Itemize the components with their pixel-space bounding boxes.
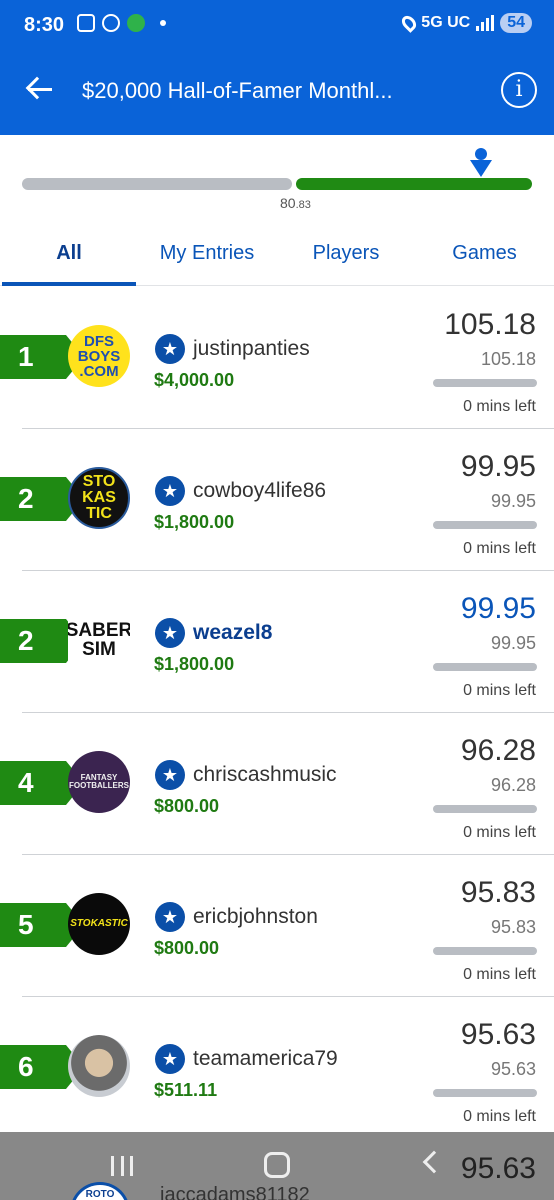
tab-my-entries[interactable]: My Entries — [138, 242, 276, 265]
status-time: 8:30 — [24, 14, 65, 36]
time-left: 0 mins left — [463, 540, 536, 557]
avatar — [68, 1035, 130, 1097]
prize-amount: $1,800.00 — [154, 512, 235, 532]
location-icon — [399, 13, 420, 33]
leaderboard-row[interactable]: 5 STOKASTIC ★ ericbjohnston $800.00 95.8… — [0, 855, 554, 997]
tab-games[interactable]: Games — [415, 242, 554, 265]
time-progress-bar — [433, 521, 537, 529]
active-tab-indicator — [2, 282, 136, 286]
projected-score: 99.95 — [490, 633, 536, 653]
time-left: 0 mins left — [463, 1108, 536, 1125]
progress-value: 80.83 — [280, 195, 311, 211]
leaderboard-row[interactable]: 1 DFS BOYS .COM ★ justinpanties $4,000.0… — [0, 287, 554, 429]
score: 95.63 — [460, 1152, 536, 1185]
signal-icon — [476, 15, 495, 31]
username: jaccadams81182 — [160, 1184, 310, 1200]
battery-badge: 54 — [500, 13, 532, 33]
star-icon: ★ — [155, 476, 185, 506]
time-progress-bar — [433, 805, 537, 813]
info-icon[interactable]: i — [501, 72, 537, 108]
prize-amount: $4,000.00 — [154, 370, 235, 390]
contest-header: $20,000 Hall-of-Famer Monthl... i — [0, 62, 554, 122]
app-top-bar: 8:30 5G UC 54 $20,000 Hall-of-Famer Mont… — [0, 0, 554, 135]
leaderboard-row[interactable]: 6 ★ teamamerica79 $511.11 95.63 95.63 0 … — [0, 997, 554, 1139]
username: cowboy4life86 — [193, 479, 327, 502]
screenshot-icon — [77, 14, 95, 32]
time-progress-bar — [433, 1089, 537, 1097]
time-left: 0 mins left — [463, 824, 536, 841]
avatar: SABER SIM — [68, 609, 130, 671]
username: chriscashmusic — [193, 763, 337, 786]
back-arrow-icon[interactable] — [24, 74, 54, 104]
network-label: 5G UC — [421, 14, 471, 31]
time-progress-bar — [433, 947, 537, 955]
prize-amount: $511.11 — [154, 1080, 218, 1100]
username: ericbjohnston — [193, 905, 318, 928]
star-icon: ★ — [155, 902, 185, 932]
leaderboard-row[interactable]: 4 FANTASY FOOTBALLERS ★ chriscashmusic $… — [0, 713, 554, 855]
page-title: $20,000 Hall-of-Famer Monthl... — [82, 78, 393, 103]
contest-progress: 80.83 — [22, 148, 532, 220]
progress-tick — [292, 176, 296, 192]
progress-track — [22, 178, 292, 190]
status-bar: 8:30 5G UC 54 — [0, 0, 554, 52]
avatar: ROTO — [70, 1182, 130, 1200]
star-icon: ★ — [155, 334, 185, 364]
projected-score: 99.95 — [490, 491, 536, 511]
score: 96.28 — [460, 734, 536, 767]
username: justinpanties — [193, 337, 310, 360]
home-icon[interactable] — [264, 1152, 290, 1178]
user-position-marker-icon — [470, 148, 492, 178]
star-icon: ★ — [155, 1044, 185, 1074]
rank-badge: 2 — [0, 619, 84, 663]
prize-amount: $800.00 — [154, 938, 220, 958]
username: weazel8 — [193, 621, 273, 644]
rank-badge: 5 — [0, 903, 84, 947]
time-progress-bar — [433, 663, 537, 671]
score: 95.83 — [460, 876, 536, 909]
prize-amount: $800.00 — [154, 796, 220, 816]
chat-icon — [102, 14, 120, 32]
rank-badge: 4 — [0, 761, 84, 805]
rank-badge: 1 — [0, 335, 84, 379]
leaderboard-row[interactable]: 2 STO KAS TIC ★ cowboy4life86 $1,800.00 … — [0, 429, 554, 571]
system-back-icon[interactable] — [422, 1150, 446, 1174]
score: 105.18 — [444, 308, 536, 341]
avatar: FANTASY FOOTBALLERS — [68, 751, 130, 813]
time-left: 0 mins left — [463, 682, 536, 699]
app-notification-icon — [127, 14, 145, 32]
tab-all[interactable]: All — [0, 242, 138, 265]
status-right: 5G UC 54 — [399, 13, 532, 33]
rank-badge: 6 — [0, 1045, 84, 1089]
prize-amount: $1,800.00 — [154, 654, 235, 674]
time-progress-bar — [433, 379, 537, 387]
system-navigation-bar: ROTO jaccadams81182 95.63 — [0, 1132, 554, 1200]
username: teamamerica79 — [193, 1047, 338, 1070]
leaderboard-row-my-entry[interactable]: 2 SABER SIM ★ weazel8 $1,800.00 99.95 99… — [0, 571, 554, 713]
score: 99.95 — [460, 450, 536, 483]
projected-score: 95.83 — [490, 917, 536, 937]
projected-score: 105.18 — [480, 349, 536, 369]
recent-apps-icon[interactable] — [111, 1156, 133, 1176]
time-left: 0 mins left — [463, 966, 536, 983]
tab-players[interactable]: Players — [277, 242, 415, 265]
star-icon: ★ — [155, 760, 185, 790]
progress-fill — [296, 178, 532, 190]
score: 99.95 — [460, 592, 536, 625]
score: 95.63 — [460, 1018, 536, 1051]
projected-score: 96.28 — [490, 775, 536, 795]
time-left: 0 mins left — [463, 398, 536, 415]
star-icon: ★ — [155, 618, 185, 648]
projected-score: 95.63 — [490, 1059, 536, 1079]
rank-badge: 2 — [0, 477, 84, 521]
avatar: STOKASTIC — [68, 893, 130, 955]
avatar: STO KAS TIC — [68, 467, 130, 529]
more-notifications-dot-icon — [160, 20, 166, 26]
avatar: DFS BOYS .COM — [68, 325, 130, 387]
tab-bar: All My Entries Players Games — [0, 228, 554, 286]
notification-icons — [77, 14, 166, 32]
